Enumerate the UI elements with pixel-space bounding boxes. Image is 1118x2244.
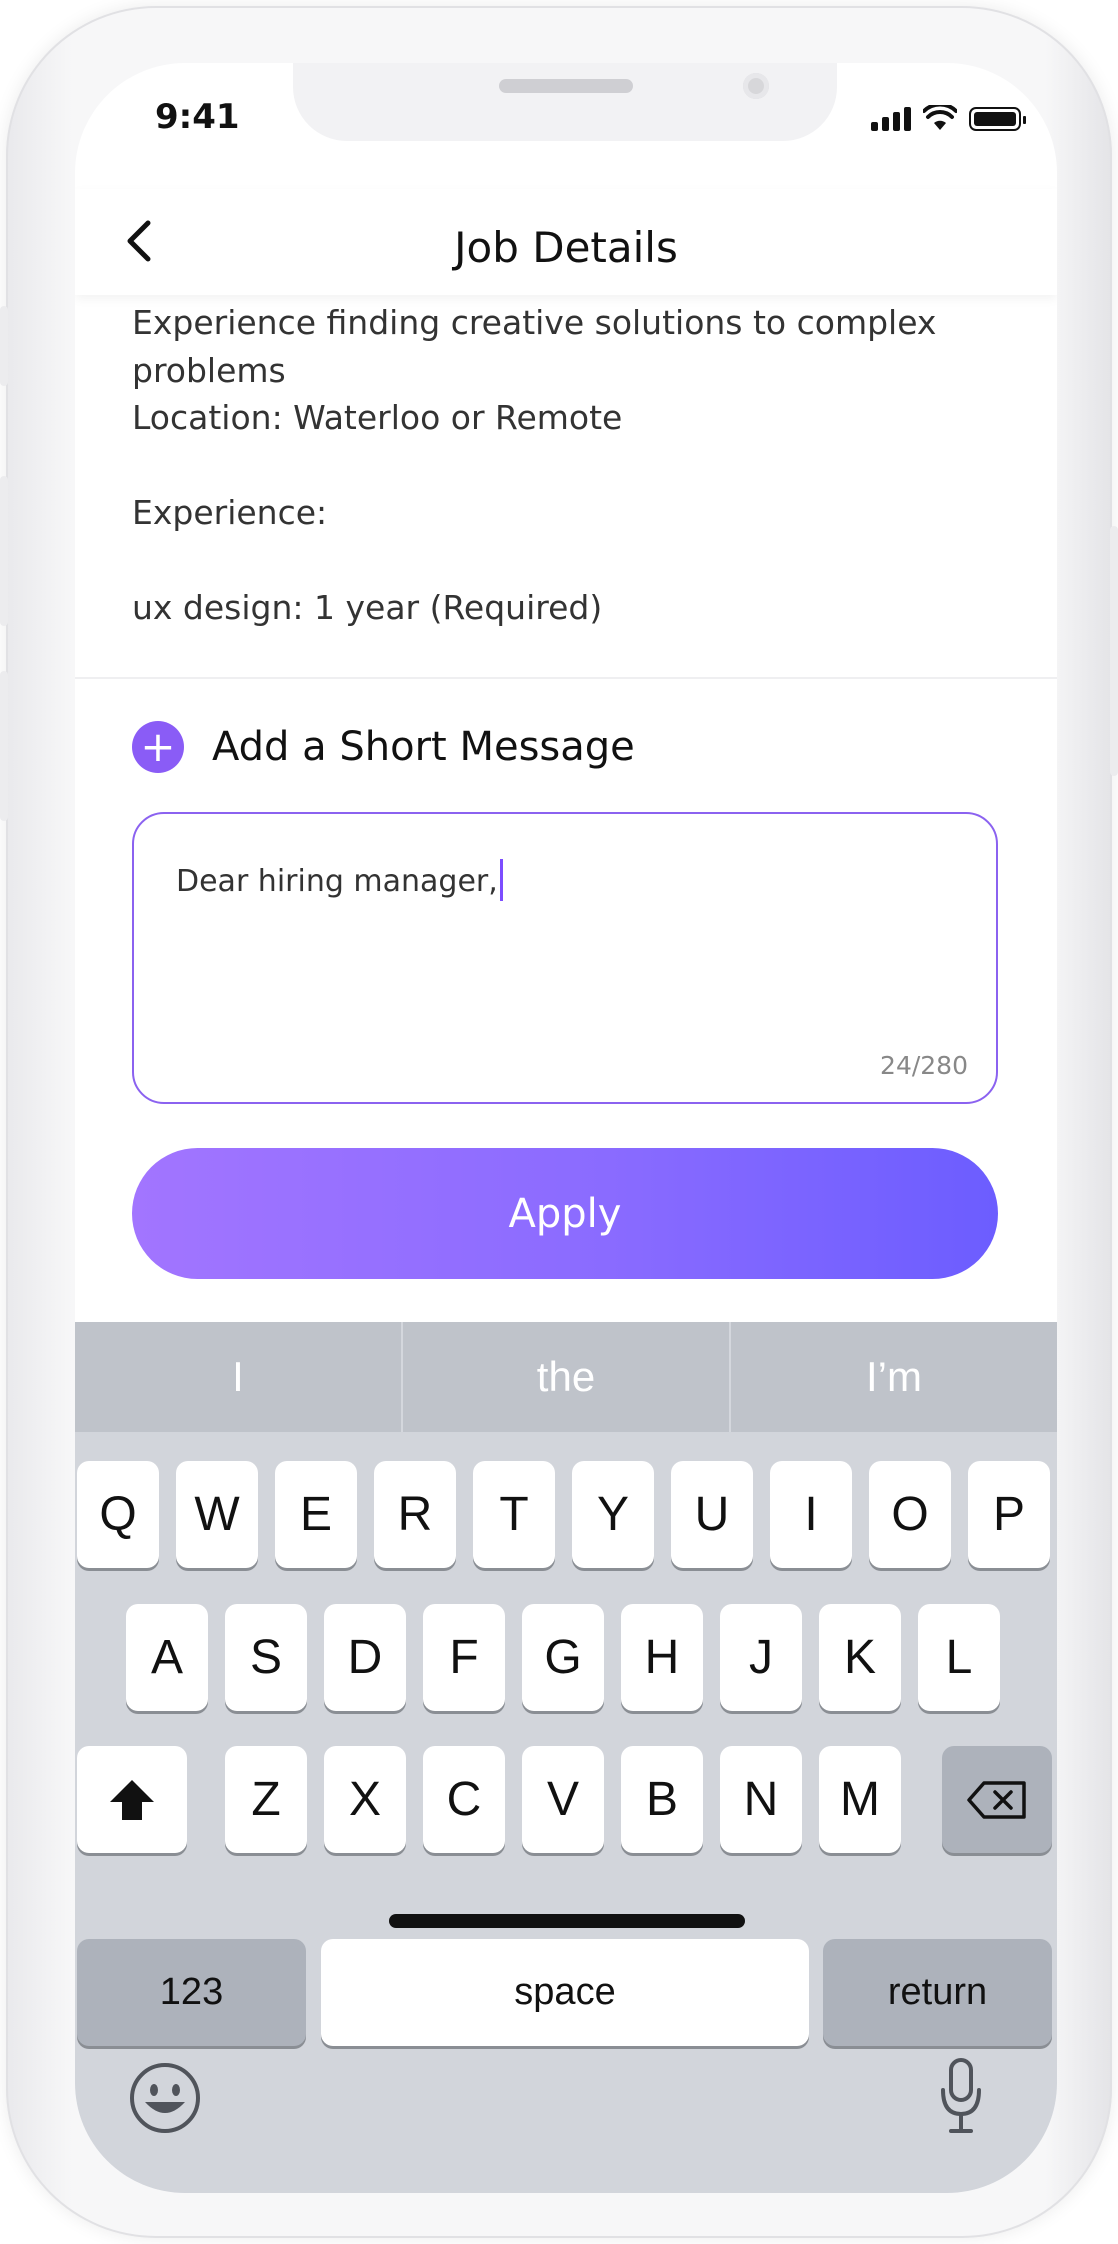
- key-m[interactable]: M: [819, 1746, 901, 1853]
- key-v[interactable]: V: [522, 1746, 604, 1853]
- space-key[interactable]: space: [321, 1939, 809, 2046]
- key-b[interactable]: B: [621, 1746, 703, 1853]
- key-t[interactable]: T: [473, 1461, 555, 1568]
- description-line: problems: [132, 350, 286, 390]
- description-line: [132, 442, 1012, 490]
- message-text: Dear hiring manager,: [176, 859, 503, 901]
- text-caret: [499, 859, 503, 901]
- character-counter: 24/280: [880, 1051, 968, 1080]
- suggestion-bar: I the I’m: [75, 1322, 1057, 1432]
- description-line: Location: Waterloo or Remote: [132, 398, 623, 437]
- power-button: [1110, 526, 1118, 776]
- key-h[interactable]: H: [621, 1604, 703, 1711]
- key-n[interactable]: N: [720, 1746, 802, 1853]
- microphone-icon: [941, 2058, 981, 2133]
- key-z[interactable]: Z: [225, 1746, 307, 1853]
- key-q[interactable]: Q: [77, 1461, 159, 1568]
- key-u[interactable]: U: [671, 1461, 753, 1568]
- app-header: Job Details: [75, 189, 1057, 295]
- signal-icon: [871, 107, 911, 131]
- apply-button[interactable]: Apply: [132, 1148, 998, 1279]
- key-p[interactable]: P: [968, 1461, 1050, 1568]
- message-textarea[interactable]: Dear hiring manager, 24/280: [132, 812, 998, 1104]
- backspace-icon: [967, 1780, 1026, 1819]
- description-line: [132, 537, 1012, 585]
- screen: 9:41 Job Details Experience finding crea…: [75, 63, 1057, 2193]
- key-i[interactable]: I: [770, 1461, 852, 1568]
- page-title: Job Details: [454, 223, 678, 272]
- description-line: Experience finding creative solutions to…: [132, 303, 937, 342]
- description-line: Experience:: [132, 493, 328, 532]
- delete-key[interactable]: [942, 1746, 1052, 1853]
- shift-arrow-icon: [110, 1779, 154, 1820]
- status-icons: [871, 103, 1026, 131]
- mute-switch: [0, 306, 8, 386]
- key-x[interactable]: X: [324, 1746, 406, 1853]
- battery-icon: [969, 107, 1026, 131]
- add-message-toggle[interactable]: + Add a Short Message: [132, 721, 635, 773]
- divider: [75, 677, 1057, 679]
- dictation-button[interactable]: [939, 2056, 983, 2136]
- keyboard: I the I’m Q W E R T Y U I O P A S D F G …: [75, 1322, 1057, 2193]
- key-a[interactable]: A: [126, 1604, 208, 1711]
- job-description: Experience finding creative solutions to…: [132, 299, 1012, 632]
- return-key[interactable]: return: [823, 1939, 1052, 2046]
- key-s[interactable]: S: [225, 1604, 307, 1711]
- key-w[interactable]: W: [176, 1461, 258, 1568]
- add-message-label: Add a Short Message: [212, 724, 635, 770]
- phone-frame: 9:41 Job Details Experience finding crea…: [0, 6, 1118, 2238]
- suggestion-item[interactable]: the: [403, 1322, 731, 1432]
- volume-up-button: [0, 476, 8, 626]
- speaker-grill: [499, 79, 633, 93]
- key-d[interactable]: D: [324, 1604, 406, 1711]
- emoji-button[interactable]: [127, 2060, 203, 2136]
- description-line: ux design: 1 year (Required): [132, 588, 603, 627]
- numbers-key[interactable]: 123: [77, 1939, 306, 2046]
- key-c[interactable]: C: [423, 1746, 505, 1853]
- status-time: 9:41: [155, 97, 240, 137]
- key-r[interactable]: R: [374, 1461, 456, 1568]
- key-e[interactable]: E: [275, 1461, 357, 1568]
- shift-key[interactable]: [77, 1746, 187, 1853]
- key-g[interactable]: G: [522, 1604, 604, 1711]
- key-j[interactable]: J: [720, 1604, 802, 1711]
- notch: [293, 63, 837, 141]
- home-indicator[interactable]: [389, 1914, 745, 1928]
- front-camera: [743, 73, 769, 99]
- emoji-icon: [130, 2063, 200, 2133]
- key-l[interactable]: L: [918, 1604, 1000, 1711]
- volume-down-button: [0, 671, 8, 821]
- plus-icon: +: [132, 721, 184, 773]
- key-k[interactable]: K: [819, 1604, 901, 1711]
- key-y[interactable]: Y: [572, 1461, 654, 1568]
- key-o[interactable]: O: [869, 1461, 951, 1568]
- suggestion-item[interactable]: I’m: [731, 1322, 1057, 1432]
- key-f[interactable]: F: [423, 1604, 505, 1711]
- suggestion-item[interactable]: I: [75, 1322, 403, 1432]
- wifi-icon: [923, 105, 957, 130]
